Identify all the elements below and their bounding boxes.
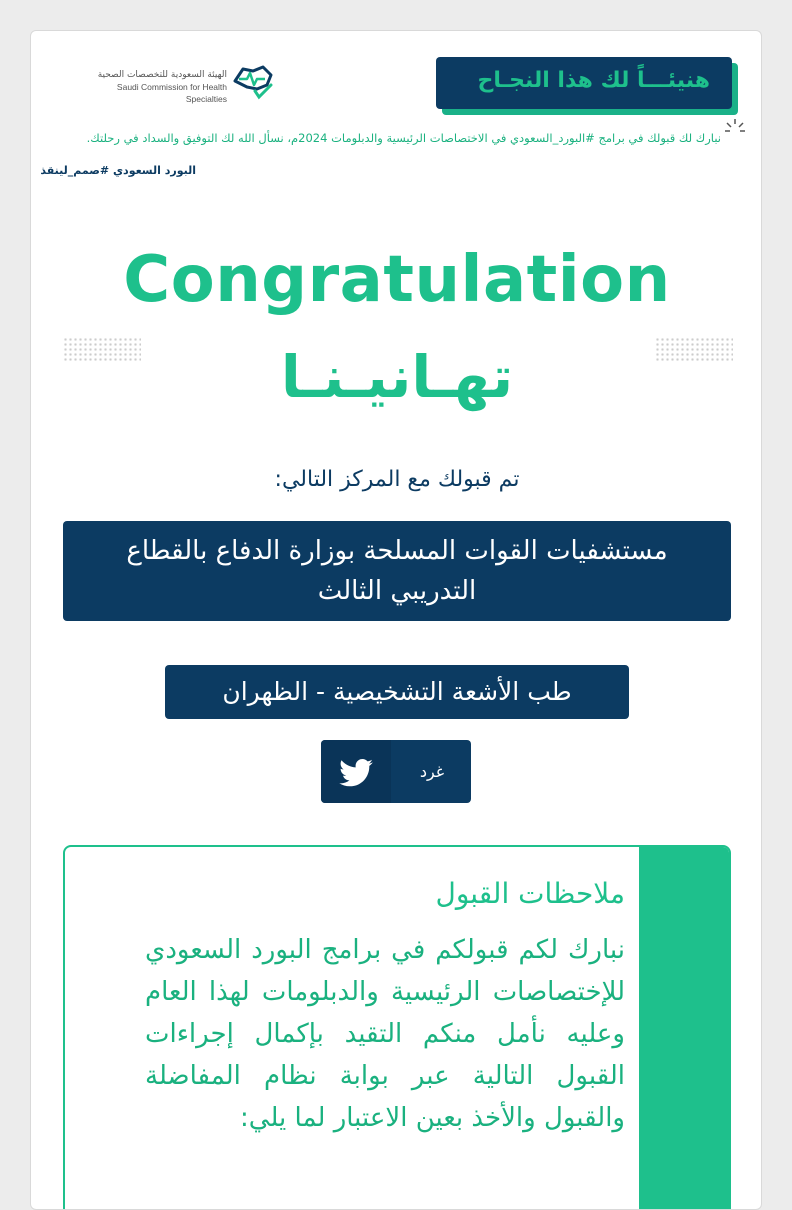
logo-english-name: Saudi Commission for Health Specialties [116, 82, 227, 104]
notes-body: نبارك لكم قبولكم في برامج البورد السعودي… [145, 935, 625, 1133]
congratulation-card: الهيئة السعودية للتخصصات الصحية Saudi Co… [30, 30, 762, 1210]
training-center-line2: التدريبي الثالث [317, 576, 477, 606]
congrats-message: نبارك لك قبولك في برامج #البورد_السعودي … [86, 131, 721, 145]
title-english: Congratulation [123, 243, 671, 317]
logo-text: الهيئة السعودية للتخصصات الصحية Saudi Co… [75, 69, 227, 105]
banner-text: هنيئـــاً لك هذا النجـاح [477, 68, 710, 93]
training-center-box: مستشفيات القوات المسلحة بوزارة الدفاع با… [63, 521, 731, 621]
specialty-label: طب الأشعة التشخيصية - الظهران [222, 677, 572, 706]
logo-mark-icon [233, 65, 273, 100]
success-banner: هنيئـــاً لك هذا النجـاح [436, 57, 732, 109]
notes-accent-stripe [639, 847, 729, 1209]
sparkle-icon [725, 119, 745, 132]
tweet-button-label: غرد [419, 762, 445, 781]
scfhs-logo: الهيئة السعودية للتخصصات الصحية Saudi Co… [75, 51, 315, 111]
logo-arabic-name: الهيئة السعودية للتخصصات الصحية [97, 70, 227, 80]
acceptance-notes-panel: ملاحظات القبول نبارك لكم قبولكم في برامج… [63, 845, 731, 1209]
twitter-icon [339, 759, 373, 787]
training-center-line1: مستشفيات القوات المسلحة بوزارة الدفاع با… [126, 536, 668, 566]
hashtags: البورد السعودي #صمم_لينقذ [40, 164, 196, 177]
acceptance-intro: تم قبولك مع المركز التالي: [274, 467, 520, 492]
title-arabic: تهـانيـنـا [280, 343, 514, 411]
specialty-box: طب الأشعة التشخيصية - الظهران [165, 665, 629, 719]
twitter-icon-cell [321, 740, 391, 803]
notes-title: ملاحظات القبول [435, 877, 625, 910]
tweet-button[interactable]: غرد [321, 740, 471, 803]
